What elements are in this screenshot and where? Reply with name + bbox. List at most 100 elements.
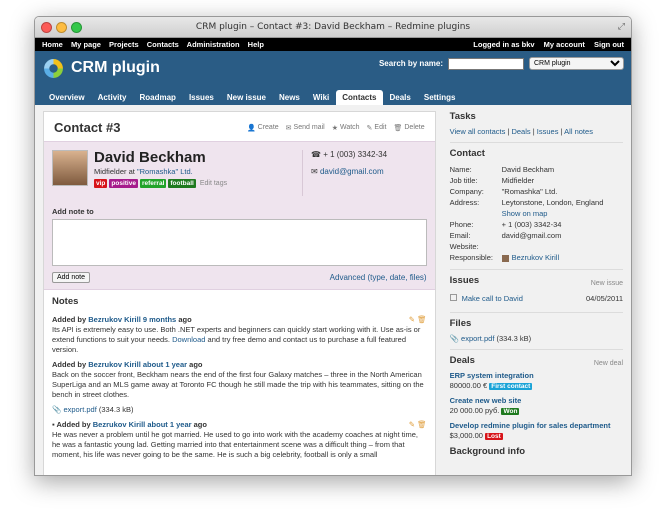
main-content: Contact #3 👤 Create ✉ Send mail ★ Watch ✎ Ed…: [35, 105, 444, 475]
company-link[interactable]: "Romashka" Ltd.: [137, 167, 193, 176]
edit-note-icon[interactable]: ✎: [409, 420, 415, 429]
delete-button[interactable]: 🗑 Delete: [393, 124, 424, 132]
issues-title: Issues: [449, 275, 480, 286]
top-menu: Home My page Projects Contacts Administr…: [35, 38, 631, 51]
crm-logo-icon: [44, 59, 63, 78]
tag-vip[interactable]: vip: [94, 179, 108, 188]
tab-new-issue[interactable]: New issue: [221, 90, 272, 105]
sidebar-email-link[interactable]: david@gmail.com: [502, 230, 623, 241]
show-on-map-link[interactable]: Show on map: [502, 209, 548, 218]
topmenu-my-page[interactable]: My page: [71, 40, 101, 49]
note-author-link[interactable]: Bezrukov Kirill: [88, 360, 141, 369]
phone-icon: ☎: [311, 150, 321, 159]
delete-note-icon[interactable]: 🗑: [417, 315, 427, 324]
topmenu-administration[interactable]: Administration: [187, 40, 240, 49]
zoom-window-button[interactable]: [71, 22, 82, 33]
note-author-link[interactable]: Bezrukov Kirill: [88, 315, 141, 324]
contact-title: Contact: [449, 148, 485, 159]
avatar: [52, 150, 88, 186]
tab-overview[interactable]: Overview: [43, 90, 91, 105]
edit-button[interactable]: ✎ Edit: [367, 124, 387, 132]
view-all-contacts-link[interactable]: View all contacts: [450, 127, 506, 136]
tab-roadmap[interactable]: Roadmap: [133, 90, 181, 105]
deal-link[interactable]: Create new web site: [450, 396, 522, 405]
avatar: [501, 254, 509, 262]
tab-activity[interactable]: Activity: [92, 90, 133, 105]
issues-link[interactable]: Issues: [537, 127, 559, 136]
tag-football[interactable]: football: [168, 179, 196, 188]
note-time-link[interactable]: about 1 year: [147, 420, 191, 429]
tab-settings[interactable]: Settings: [418, 90, 462, 105]
avatar: ▪: [52, 420, 55, 429]
topmenu-home[interactable]: Home: [42, 40, 63, 49]
topmenu-projects[interactable]: Projects: [109, 40, 139, 49]
deal-link[interactable]: ERP system integration: [450, 371, 534, 380]
note-author-link[interactable]: Bezrukov Kirill: [93, 420, 146, 429]
tag-positive[interactable]: positive: [109, 179, 138, 188]
search-label: Search by name:: [378, 59, 443, 68]
add-note-label: Add note to: [52, 207, 94, 216]
tab-news[interactable]: News: [273, 90, 306, 105]
note-item: ▪ Added by Bezrukov Kirill about 1 year …: [52, 420, 427, 459]
sidebar: Tasks View all contacts | Deals | Issues…: [449, 111, 623, 457]
tab-wiki[interactable]: Wiki: [307, 90, 335, 105]
tab-deals[interactable]: Deals: [384, 90, 417, 105]
fullscreen-icon[interactable]: ⤢: [618, 17, 625, 38]
note-item: Added by Bezrukov Kirill about 1 year ag…: [52, 360, 427, 415]
deals-link[interactable]: Deals: [511, 127, 530, 136]
note-textarea[interactable]: [52, 219, 427, 266]
main-tabs: Overview Activity Roadmap Issues New iss…: [43, 90, 462, 105]
notes-title: Notes: [52, 296, 79, 307]
note-time-link[interactable]: about 1 year: [143, 360, 187, 369]
tag-referral[interactable]: referral: [139, 179, 167, 188]
all-notes-link[interactable]: All notes: [564, 127, 593, 136]
browser-window: CRM plugin – Contact #3: David Beckham –…: [34, 16, 632, 476]
title-bar: CRM plugin – Contact #3: David Beckham –…: [35, 17, 631, 38]
task-links: View all contacts | Deals | Issues | All…: [449, 127, 593, 136]
star-icon: ★: [331, 124, 338, 132]
topmenu-help[interactable]: Help: [248, 40, 264, 49]
edit-note-icon[interactable]: ✎: [409, 315, 415, 324]
contact-actions: 👤 Create ✉ Send mail ★ Watch ✎ Edit 🗑 Delete: [247, 124, 425, 132]
tab-contacts[interactable]: Contacts: [336, 90, 383, 105]
issue-checkbox[interactable]: [449, 294, 457, 301]
issue-link[interactable]: Make call to David: [462, 294, 523, 303]
minimize-window-button[interactable]: [56, 22, 67, 33]
project-header: CRM plugin Search by name: CRM plugin Ov…: [35, 51, 631, 105]
tab-issues[interactable]: Issues: [183, 90, 220, 105]
note-time-link[interactable]: 9 months: [143, 315, 176, 324]
add-note-button[interactable]: Add note: [52, 272, 91, 283]
contact-details: Name: David Beckham Job title: Midfielder …: [450, 164, 623, 263]
file-link[interactable]: export.pdf: [461, 334, 494, 343]
note-text: Its API is extremely easy to use. Both .…: [52, 325, 421, 354]
delete-note-icon[interactable]: 🗑: [417, 420, 427, 429]
project-jump-select[interactable]: CRM plugin: [529, 57, 624, 70]
topmenu-contacts[interactable]: Contacts: [147, 40, 179, 49]
deal-link[interactable]: Develop redmine plugin for sales departm…: [450, 421, 611, 430]
logged-in-label: Logged in as bkv: [473, 40, 535, 49]
user-add-icon: 👤: [246, 124, 256, 132]
add-note-form: Add note to Add note Advanced (type, dat…: [44, 205, 435, 290]
job-title: Midfielder at "Romashka" Ltd.: [94, 167, 193, 176]
background-info-title: Background info: [449, 446, 526, 457]
my-account-link[interactable]: My account: [544, 40, 585, 49]
pencil-icon: ✎: [366, 124, 373, 132]
sign-out-link[interactable]: Sign out: [594, 40, 624, 49]
edit-tags-link[interactable]: Edit tags: [200, 180, 227, 187]
create-button[interactable]: 👤 Create: [247, 124, 279, 132]
tag-list: vip positive referral football Edit tags: [94, 179, 227, 188]
advanced-note-link[interactable]: Advanced (type, date, files): [330, 273, 427, 282]
search-input[interactable]: [448, 57, 524, 70]
responsible-link[interactable]: Bezrukov Kirill: [512, 253, 560, 262]
new-issue-link[interactable]: New issue: [591, 280, 623, 287]
send-mail-button[interactable]: ✉ Send mail: [286, 124, 325, 132]
page-title: Contact #3: [54, 120, 121, 135]
email-link[interactable]: david@gmail.com: [320, 167, 384, 176]
attachment-link[interactable]: export.pdf: [63, 405, 96, 414]
mail-icon: ✉: [311, 167, 318, 176]
new-deal-link[interactable]: New deal: [594, 360, 623, 367]
close-window-button[interactable]: [41, 22, 52, 33]
project-name: CRM plugin: [71, 59, 160, 76]
watch-button[interactable]: ★ Watch: [332, 124, 360, 132]
download-link[interactable]: Download: [172, 335, 205, 344]
